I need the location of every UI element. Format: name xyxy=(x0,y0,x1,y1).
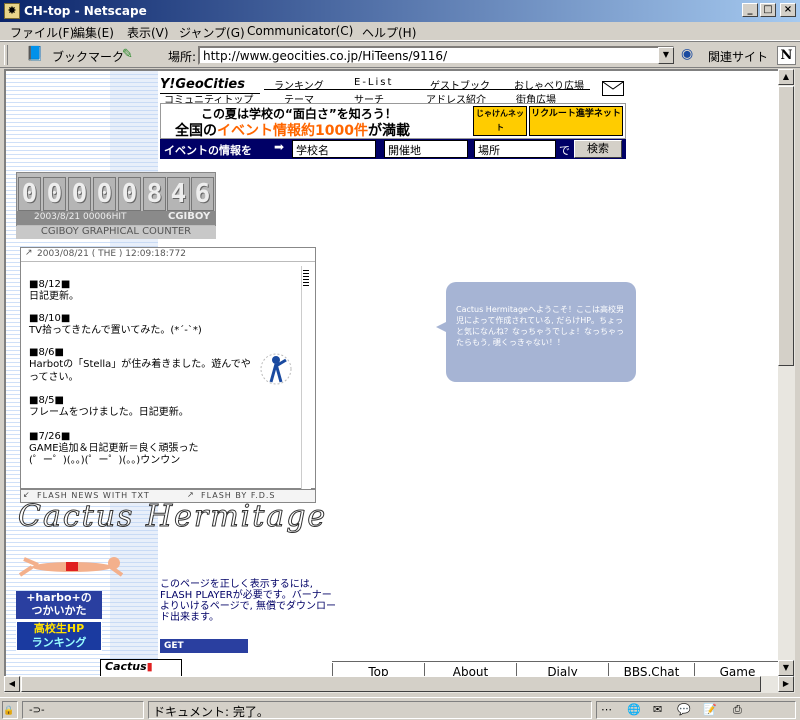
geocities-logo[interactable]: Y!GeoCities xyxy=(160,77,245,92)
flash-news-panel: 2003/08/21 ( THE ) 12:09:18:772 ↗ ■8/12■… xyxy=(20,247,316,490)
connection-indicator: -⊃- xyxy=(22,701,144,719)
scroll-left-arrow[interactable]: ◀ xyxy=(4,676,20,692)
security-lock-icon[interactable]: 🔒 xyxy=(2,701,18,719)
nav-about[interactable]: About xyxy=(424,663,516,676)
status-bar: 🔒 -⊃- ドキュメント: 完了。 ⋯ 🌐 ✉ 💬 📝 ⎙ xyxy=(0,697,800,720)
bookmarks-button[interactable]: ブックマーク xyxy=(52,48,124,65)
news-text: (゜ー゜)(。。)(゜ー゜)(。。)ウンウン xyxy=(29,455,181,466)
location-label: 場所: xyxy=(168,50,197,64)
minimize-button[interactable]: _ xyxy=(742,3,758,17)
arrow-right-icon: ➡ xyxy=(274,140,285,154)
site-title: Cactus Hermitage xyxy=(17,499,328,535)
venue-select[interactable]: 開催地 xyxy=(384,140,468,158)
cactus-small-logo[interactable]: Cactus▮ xyxy=(100,659,182,676)
news-header: 2003/08/21 ( THE ) 12:09:18:772 xyxy=(21,248,315,262)
url-input[interactable]: http://www.geocities.co.jp/HiTeens/9116/ xyxy=(198,46,674,65)
counter-digit: 4 xyxy=(167,177,190,211)
event-banner[interactable]: この夏は学校の“面白さ”を知ろう！ 全国のイベント情報約1000件が満載 じゃけ… xyxy=(160,103,626,139)
jaken-net-logo: じゃけんネット xyxy=(473,106,527,136)
menu-bar: ファイル(F) 編集(E) 表示(V) ジャンプ(G) Communicator… xyxy=(0,22,800,41)
recruit-net-logo: リクルート進学ネット xyxy=(529,106,623,136)
component-bar: ⋯ 🌐 ✉ 💬 📝 ⎙ xyxy=(596,701,796,719)
menu-go[interactable]: ジャンプ(G) xyxy=(179,24,245,41)
maximize-button[interactable]: □ xyxy=(760,3,776,17)
vertical-scroll-thumb[interactable] xyxy=(778,86,794,366)
welcome-speech-bubble: Cactus Hermitageへようこそ！ここは高校男児によって作成されている… xyxy=(446,282,636,382)
expand-arrow-icon: ↗ xyxy=(187,490,195,499)
print-icon[interactable]: ⎙ xyxy=(733,703,742,717)
get-macromedia-button[interactable]: GET macromedia xyxy=(160,639,248,665)
window-title: CH-top - Netscape xyxy=(24,4,147,18)
geo-link-elist[interactable]: E-List xyxy=(354,77,393,88)
composer-icon[interactable]: 📝 xyxy=(703,703,717,716)
flash-player-note: このページを正しく表示するには, FLASH PLAYERが必要です。バーナーよ… xyxy=(160,579,336,623)
news-text: TV拾ってきたんで置いてみた。(*´-`*) xyxy=(29,325,202,336)
netscape-throbber-icon[interactable]: N xyxy=(777,46,796,65)
nav-game[interactable]: Game xyxy=(694,663,778,676)
news-text: 日記更新。 xyxy=(29,291,79,302)
scroll-down-arrow[interactable]: ▼ xyxy=(778,660,794,676)
counter-digit: 0 xyxy=(68,177,91,211)
mail-icon[interactable] xyxy=(602,81,624,96)
counter-digit: 0 xyxy=(93,177,116,211)
mail-icon[interactable]: ✉ xyxy=(653,703,662,716)
counter-digit: 6 xyxy=(191,177,214,211)
menu-file[interactable]: ファイル(F) xyxy=(10,24,74,41)
page-proxy-icon[interactable]: ✎ xyxy=(122,47,133,62)
nav-bbs-chat[interactable]: BBS,Chat xyxy=(608,663,694,676)
menu-help[interactable]: ヘルプ(H) xyxy=(362,24,416,41)
geocities-header: Y!GeoCities ランキング E-List ゲストブック おしゃべり広場 … xyxy=(160,77,630,106)
place-select[interactable]: 場所 xyxy=(474,140,556,158)
counter-digit: 0 xyxy=(118,177,141,211)
page-content: Y!GeoCities ランキング E-List ゲストブック おしゃべり広場 … xyxy=(4,69,778,676)
school-select[interactable]: 学校名 xyxy=(292,140,376,158)
search-button[interactable]: 検索 xyxy=(574,140,622,158)
related-sites-button[interactable]: 関連サイト xyxy=(708,48,768,65)
scroll-up-arrow[interactable]: ▲ xyxy=(778,69,794,85)
url-dropdown-arrow[interactable]: ▼ xyxy=(658,47,674,64)
nav-top[interactable]: Top xyxy=(332,663,424,676)
scroll-right-arrow[interactable]: ▶ xyxy=(778,676,794,692)
counter-caption: CGIBOY GRAPHICAL COUNTER xyxy=(16,226,216,239)
navigator-icon[interactable]: 🌐 xyxy=(627,703,641,716)
status-text: ドキュメント: 完了。 xyxy=(148,701,592,719)
news-text: Harbotの「Stella」が住み着きました。遊んでやってさい。 xyxy=(29,359,251,383)
title-bar: ✸ CH-top - Netscape _ □ × xyxy=(0,0,800,22)
status-sign-icon[interactable]: ⋯ xyxy=(601,703,612,716)
news-scrollbar[interactable] xyxy=(301,266,311,490)
menu-communicator[interactable]: Communicator(C) xyxy=(247,24,353,38)
counter-digit: 0 xyxy=(18,177,41,211)
de-label: で xyxy=(559,144,570,157)
event-search-bar: イベントの情報を ➡ 学校名 開催地 場所 で 検索 xyxy=(160,139,626,159)
menu-view[interactable]: 表示(V) xyxy=(127,24,169,41)
bookmark-icon: 📘 xyxy=(26,46,44,62)
highschool-ranking-banner[interactable]: 高校生HP ランキング xyxy=(16,621,102,651)
speech-bubble-tail xyxy=(436,321,448,333)
vertical-scrollbar[interactable]: ▲ ▼ xyxy=(778,69,795,677)
location-toolbar: 📘 ブックマーク ✎ 場所: http://www.geocities.co.j… xyxy=(0,41,800,68)
close-button[interactable]: × xyxy=(780,3,796,17)
counter-digit: 8 xyxy=(143,177,166,211)
counter-subbar: 2003/8/21 00006HIT CGIBOY xyxy=(16,211,216,225)
news-text: フレームをつけました。日記更新。 xyxy=(29,407,189,418)
counter-digit: 0 xyxy=(43,177,66,211)
collapse-arrow-icon: ↙ xyxy=(23,490,31,499)
harbot-guide-banner[interactable]: +harbo+の つかいかた xyxy=(16,591,102,619)
menu-edit[interactable]: 編集(E) xyxy=(73,24,114,41)
related-sites-icon: ◉ xyxy=(681,46,694,62)
swimmer-icon xyxy=(18,557,124,577)
expand-arrow-icon: ↗ xyxy=(25,248,33,258)
horizontal-scroll-thumb[interactable] xyxy=(21,676,761,692)
horizontal-scrollbar[interactable]: ◀ ▶ xyxy=(4,676,795,693)
harbot-stella-icon xyxy=(260,353,292,385)
banner-line2: 全国のイベント情報約1000件が満載 xyxy=(175,123,410,139)
nav-dialy[interactable]: Dialy xyxy=(516,663,608,676)
netscape-app-icon: ✸ xyxy=(4,3,20,19)
discussions-icon[interactable]: 💬 xyxy=(677,703,691,716)
toolbar-grip[interactable] xyxy=(4,45,8,65)
search-prompt: イベントの情報を xyxy=(164,144,252,157)
